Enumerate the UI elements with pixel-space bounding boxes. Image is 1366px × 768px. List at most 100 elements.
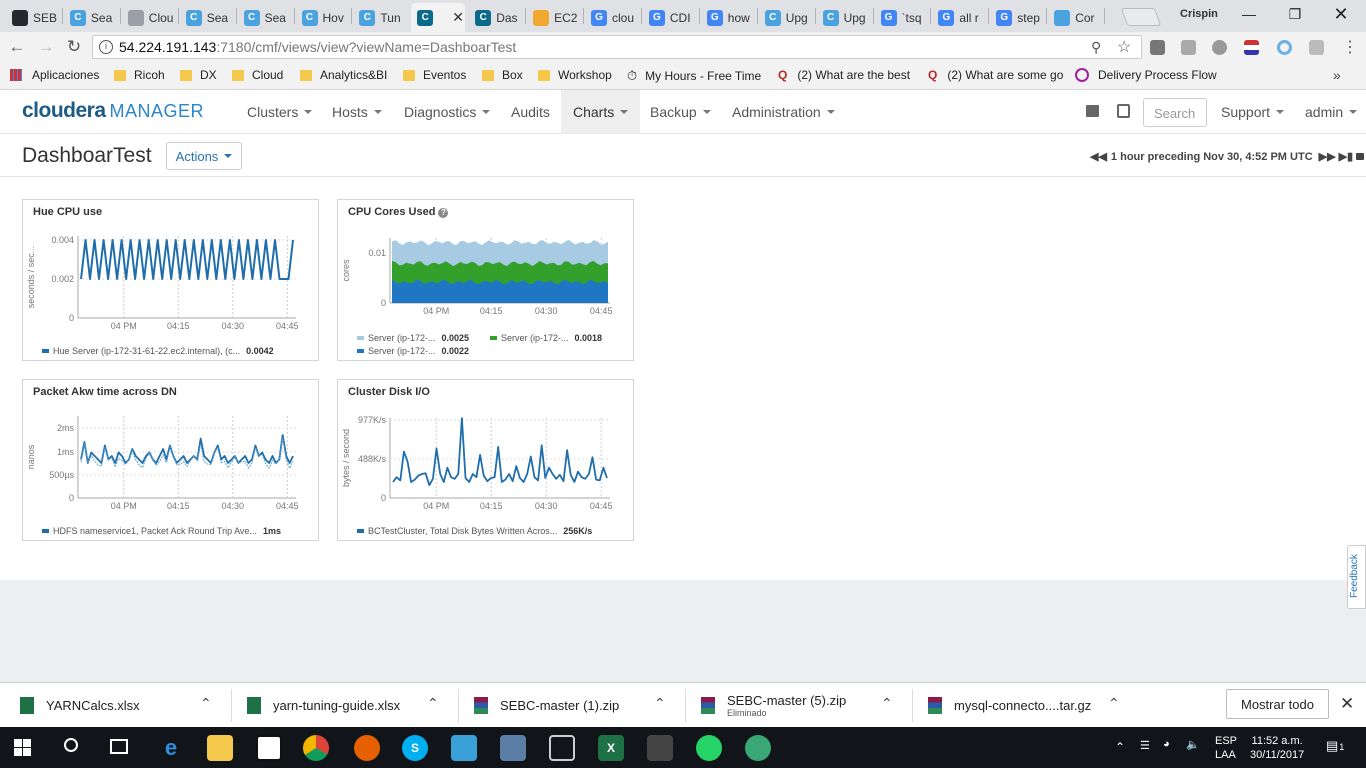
download-item[interactable]: SEBC-master (1).zip [474, 683, 619, 728]
nav-admin-user[interactable]: admin [1293, 90, 1366, 134]
time-range-label[interactable]: 1 hour preceding Nov 30, 4:52 PM UTC [1111, 151, 1313, 163]
profile-name[interactable]: Crispin [1180, 8, 1218, 20]
windows-start-icon[interactable] [14, 739, 31, 756]
browser-tab[interactable]: C Upg [817, 3, 871, 32]
browser-tab[interactable]: C ✕ [411, 3, 466, 32]
pdf-extension-icon[interactable] [1309, 40, 1324, 55]
bookmark-star-icon[interactable]: ☆ [1117, 37, 1131, 57]
nav-administration[interactable]: Administration [720, 90, 847, 134]
browser-tab[interactable]: Cor [1048, 3, 1102, 32]
more-bookmarks-icon[interactable]: » [1333, 67, 1341, 83]
minimize-icon[interactable]: — [1226, 0, 1272, 28]
chart-card-disk-io[interactable]: Cluster Disk I/O 04 PM 04:15 04:30 04:45 977… [337, 379, 634, 541]
download-item[interactable]: YARNCalcs.xlsx [20, 683, 140, 728]
firefox-icon[interactable] [354, 735, 380, 761]
chart-card-cpu-cores[interactable]: CPU Cores Used ? 04 PM 04:15 04:30 04:45 0.0… [337, 199, 634, 361]
new-tab-button[interactable] [1120, 8, 1162, 26]
bookmark-item[interactable]: Q (2) What are some go [928, 68, 1063, 82]
clock[interactable]: 11:52 a.m. 30/11/2017 [1250, 734, 1304, 762]
zoom-icon[interactable]: ⚲ [1091, 39, 1101, 56]
browser-tab[interactable]: G `tsq [875, 3, 929, 32]
download-item[interactable]: yarn-tuning-guide.xlsx [247, 683, 400, 728]
browser-tab[interactable]: C Sea [180, 3, 234, 32]
feedback-tab[interactable]: Feedback [1347, 545, 1366, 609]
search-icon[interactable] [64, 738, 78, 752]
browser-tab[interactable]: C Upg [759, 3, 813, 32]
chevron-up-icon[interactable]: ⌃ [1108, 695, 1120, 712]
chart-card-hue-cpu[interactable]: Hue CPU use 04 PM 04:15 04:30 04:45 0.004 0.0… [22, 199, 319, 361]
wifi-icon[interactable]: ◕ [1163, 738, 1170, 750]
browser-tab[interactable]: Gall r [932, 3, 986, 32]
extension-icon-1[interactable] [1150, 40, 1165, 55]
address-bar[interactable]: i 54.224.191.143:7180/cmf/views/view?vie… [92, 35, 1142, 59]
back-icon[interactable]: ← [6, 36, 28, 58]
git-icon[interactable] [647, 735, 673, 761]
circle-extension-icon[interactable] [1277, 40, 1292, 55]
bookmark-item[interactable]: Eventos [403, 68, 466, 82]
app-icon-1[interactable] [451, 735, 477, 761]
chart-card-packet-ack[interactable]: Packet Akw time across DN 04 PM 04:15 04:3… [22, 379, 319, 541]
browser-tab[interactable]: G CDI [643, 3, 697, 32]
chrome-taskbar-icon[interactable] [303, 735, 329, 761]
bookmark-item[interactable]: Cloud [232, 68, 283, 82]
nav-audits[interactable]: Audits [499, 90, 562, 134]
close-window-icon[interactable]: ✕ [1318, 0, 1364, 28]
browser-tab[interactable]: Clou [122, 3, 176, 32]
extension-icon-2[interactable] [1181, 40, 1196, 55]
bookmark-item[interactable]: ⏱ My Hours - Free Time [627, 68, 761, 84]
forward-icon[interactable]: ▶▶ [1319, 150, 1336, 163]
nav-clusters[interactable]: Clusters [235, 90, 324, 134]
browser-tab[interactable]: C Tun [353, 3, 407, 32]
info-icon[interactable]: i [99, 40, 113, 54]
browser-tab[interactable]: Gclou [585, 3, 639, 32]
reload-icon[interactable]: ↻ [63, 36, 85, 58]
rewind-icon[interactable]: ◀◀ [1090, 150, 1107, 163]
task-view-icon[interactable] [110, 739, 128, 754]
close-downloads-icon[interactable]: ✕ [1340, 694, 1354, 714]
bookmark-item[interactable]: Ricoh [114, 68, 165, 82]
show-all-button[interactable]: Mostrar todo [1226, 689, 1329, 719]
maximize-icon[interactable]: ❐ [1272, 0, 1318, 28]
chevron-up-icon[interactable]: ⌃ [200, 695, 212, 712]
close-tab-icon[interactable]: ✕ [452, 9, 464, 26]
jump-to-now-icon[interactable]: ▶▮ [1339, 150, 1354, 163]
bookmark-item[interactable]: Box [482, 68, 523, 82]
lock-icon[interactable] [1356, 153, 1365, 160]
network-icon[interactable]: ☰ [1140, 739, 1150, 752]
browser-tab[interactable]: C Sea [238, 3, 292, 32]
browser-tab[interactable]: C Das [469, 3, 523, 32]
bookmark-item[interactable]: Aplicaciones [10, 68, 99, 82]
browser-tab[interactable]: Gstep [990, 3, 1044, 32]
chevron-up-icon[interactable]: ⌃ [881, 695, 893, 712]
download-item[interactable]: SEBC-master (5).zip Eliminado [701, 683, 846, 728]
bookmark-item[interactable]: DX [180, 68, 217, 82]
browser-tab[interactable]: SEB [6, 3, 60, 32]
gift-icon[interactable] [1086, 105, 1099, 117]
chevron-up-icon[interactable]: ⌃ [427, 695, 439, 712]
bookmark-item[interactable]: Workshop [538, 68, 612, 82]
bookmark-item[interactable]: Delivery Process Flow [1075, 68, 1217, 82]
app-icon-2[interactable] [745, 735, 771, 761]
browser-tab[interactable]: C Sea [64, 3, 118, 32]
cloud-extension-icon[interactable] [1212, 40, 1227, 55]
flag-extension-icon[interactable] [1244, 40, 1259, 55]
nav-hosts[interactable]: Hosts [320, 90, 394, 134]
forward-icon[interactable]: → [35, 36, 57, 58]
nav-support[interactable]: Support [1209, 90, 1296, 134]
edge-icon[interactable]: e [158, 735, 184, 761]
nav-charts[interactable]: Charts [561, 90, 641, 134]
vpn-icon[interactable] [549, 735, 575, 761]
actions-button[interactable]: Actions [166, 142, 242, 170]
nav-diagnostics[interactable]: Diagnostics [392, 90, 502, 134]
nav-backup[interactable]: Backup [638, 90, 723, 134]
tray-chevron-icon[interactable]: ⌃ [1115, 740, 1125, 754]
commands-icon[interactable] [1117, 104, 1130, 118]
cloudera-manager-logo[interactable]: cloudera MANAGER [22, 99, 204, 123]
browser-tab[interactable]: EC2 [527, 3, 581, 32]
file-explorer-icon[interactable] [207, 735, 233, 761]
cm-search-input[interactable]: Search [1143, 98, 1207, 127]
remote-desktop-icon[interactable] [500, 735, 526, 761]
time-range-control[interactable]: ◀◀ 1 hour preceding Nov 30, 4:52 PM UTC … [1090, 150, 1365, 163]
download-item[interactable]: mysql-connecto....tar.gz [928, 683, 1091, 728]
chevron-up-icon[interactable]: ⌃ [654, 695, 666, 712]
